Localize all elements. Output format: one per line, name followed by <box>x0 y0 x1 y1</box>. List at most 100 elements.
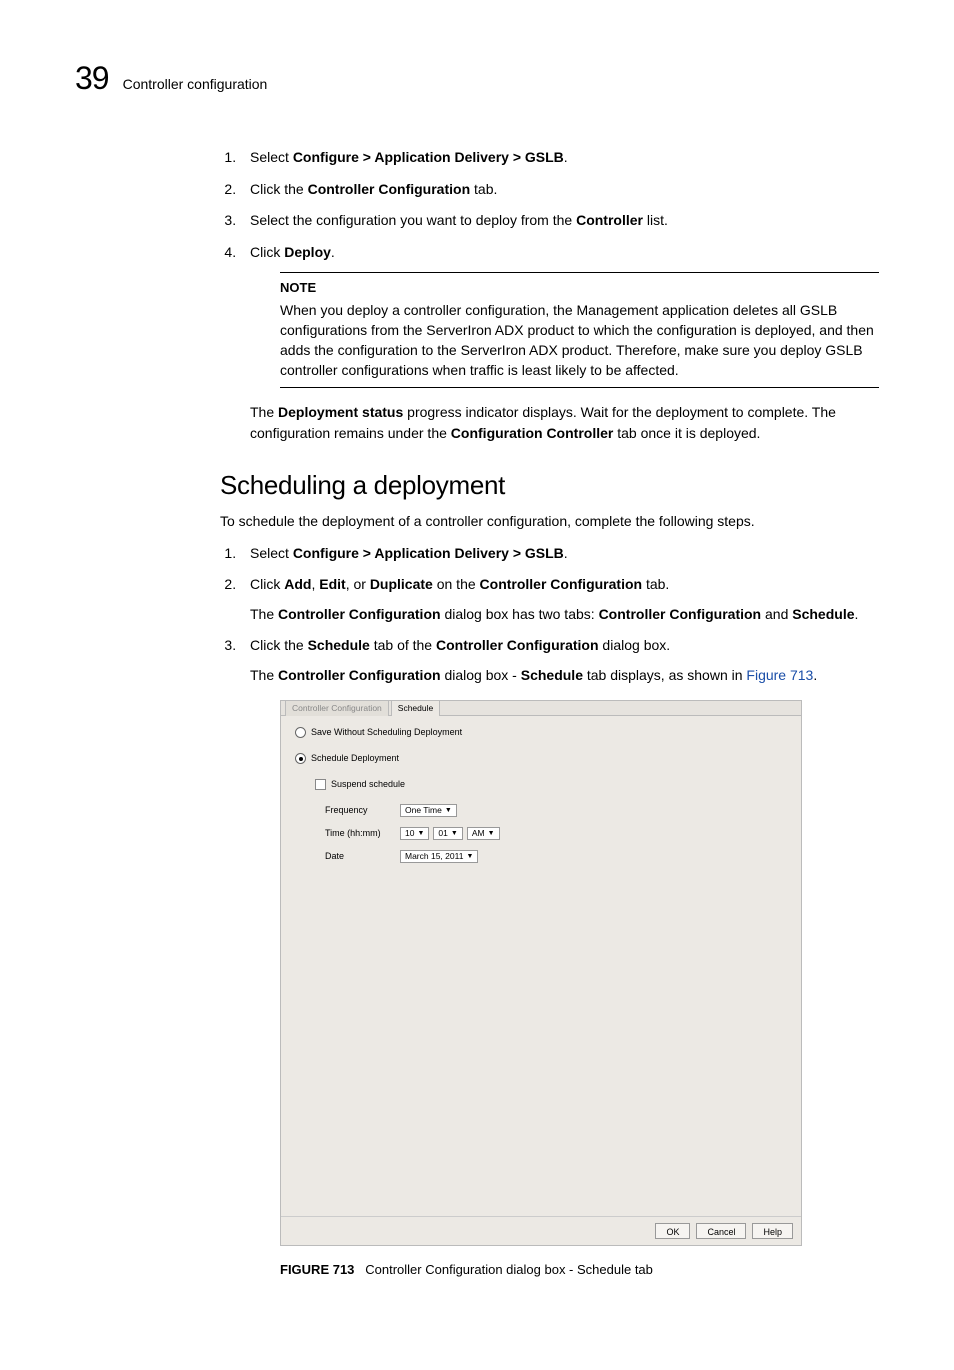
step-text: Click the <box>250 181 308 197</box>
tab-schedule[interactable]: Schedule <box>391 700 440 716</box>
text: . <box>564 545 568 561</box>
chevron-down-icon: ▼ <box>466 853 473 860</box>
text: tab of the <box>370 637 436 653</box>
chevron-down-icon: ▼ <box>488 830 495 837</box>
button-name: Edit <box>319 576 345 592</box>
step-text: Select <box>250 149 293 165</box>
step-1: Select Configure > Application Delivery … <box>240 147 879 169</box>
step-text: list. <box>643 212 668 228</box>
deploy-steps-list: Select Configure > Application Delivery … <box>220 147 879 444</box>
tab-name: Controller Configuration <box>308 181 471 197</box>
field-frequency: Frequency One Time ▼ <box>325 804 789 818</box>
list-name: Controller <box>576 212 643 228</box>
text: Click the <box>250 637 308 653</box>
text: , or <box>346 576 370 592</box>
dialog-footer: OK Cancel Help <box>281 1216 801 1245</box>
button-name: Add <box>284 576 311 592</box>
text: tab once it is deployed. <box>613 425 760 441</box>
text: The <box>250 404 278 420</box>
figure-caption: FIGURE 713 Controller Configuration dial… <box>280 1260 879 1280</box>
ok-button[interactable]: OK <box>655 1223 690 1239</box>
menu-path: Configure > Application Delivery > GSLB <box>293 149 564 165</box>
text: The <box>250 667 278 683</box>
tab-name: Schedule <box>792 606 854 622</box>
figure-container: Controller Configuration Schedule Save W… <box>280 700 879 1280</box>
tab-name: Configuration Controller <box>451 425 614 441</box>
text: The <box>250 606 278 622</box>
field-label: Frequency <box>325 804 400 818</box>
step-3: Select the configuration you want to dep… <box>240 210 879 232</box>
checkbox-suspend-schedule[interactable]: Suspend schedule <box>315 778 789 792</box>
text: on the <box>433 576 480 592</box>
figure-number: FIGURE 713 <box>280 1262 354 1277</box>
frequency-dropdown[interactable]: One Time ▼ <box>400 804 457 817</box>
field-date: Date March 15, 2011 ▼ <box>325 850 789 864</box>
tab-name: Controller Configuration <box>599 606 762 622</box>
time-hour-dropdown[interactable]: 10 ▼ <box>400 827 429 840</box>
radio-schedule-deployment[interactable]: Schedule Deployment <box>295 752 789 766</box>
text: tab. <box>642 576 669 592</box>
section-label: Controller configuration <box>123 76 268 92</box>
tab-name: Schedule <box>521 667 583 683</box>
dropdown-value: AM <box>472 827 485 840</box>
section-heading: Scheduling a deployment <box>220 470 879 501</box>
field-time: Time (hh:mm) 10 ▼ 01 ▼ AM <box>325 827 789 841</box>
chevron-down-icon: ▼ <box>417 830 424 837</box>
step-4: Click Deploy. NOTE When you deploy a con… <box>240 242 879 444</box>
step-b3: Click the Schedule tab of the Controller… <box>240 635 879 1280</box>
schedule-steps-list: Select Configure > Application Delivery … <box>220 543 879 1280</box>
text: Click <box>250 576 284 592</box>
step-text: . <box>331 244 335 260</box>
figure-title: Controller Configuration dialog box - Sc… <box>365 1262 653 1277</box>
tab-controller-configuration[interactable]: Controller Configuration <box>285 700 389 716</box>
intro-paragraph: To schedule the deployment of a controll… <box>220 513 879 529</box>
dropdown-value: 01 <box>438 827 447 840</box>
note-body: When you deploy a controller configurati… <box>280 300 879 381</box>
chevron-down-icon: ▼ <box>445 807 452 814</box>
figure-link[interactable]: Figure 713 <box>746 667 813 683</box>
dropdown-value: 10 <box>405 827 414 840</box>
field-label: Date <box>325 850 400 864</box>
text: dialog box. <box>599 637 671 653</box>
dialog-name: Controller Configuration <box>278 667 441 683</box>
sub-paragraph: The Controller Configuration dialog box … <box>250 604 879 625</box>
time-ampm-dropdown[interactable]: AM ▼ <box>467 827 500 840</box>
text: Select <box>250 545 293 561</box>
text: . <box>855 606 859 622</box>
note-title: NOTE <box>280 279 879 298</box>
dialog-name: Controller Configuration <box>278 606 441 622</box>
radio-label: Save Without Scheduling Deployment <box>311 726 462 740</box>
text: dialog box has two tabs: <box>441 606 599 622</box>
radio-icon <box>295 727 306 738</box>
step-2: Click the Controller Configuration tab. <box>240 179 879 201</box>
page-header: 39 Controller configuration <box>75 60 879 97</box>
step-text: . <box>564 149 568 165</box>
radio-label: Schedule Deployment <box>311 752 399 766</box>
button-name: Deploy <box>284 244 331 260</box>
button-name: Duplicate <box>370 576 433 592</box>
checkbox-label: Suspend schedule <box>331 778 405 792</box>
text: . <box>813 667 817 683</box>
radio-icon <box>295 753 306 764</box>
text: dialog box - <box>441 667 521 683</box>
text: tab displays, as shown in <box>583 667 746 683</box>
dropdown-value: March 15, 2011 <box>405 850 463 863</box>
chevron-down-icon: ▼ <box>451 830 458 837</box>
step-text: Select the configuration you want to dep… <box>250 212 576 228</box>
after-note-paragraph: The Deployment status progress indicator… <box>250 402 879 444</box>
step-text: Click <box>250 244 284 260</box>
step-text: tab. <box>470 181 497 197</box>
dropdown-value: One Time <box>405 804 442 817</box>
cancel-button[interactable]: Cancel <box>696 1223 746 1239</box>
controller-config-dialog: Controller Configuration Schedule Save W… <box>280 700 802 1246</box>
dialog-body: Save Without Scheduling Deployment Sched… <box>281 716 801 1216</box>
page-number: 39 <box>75 60 109 97</box>
radio-save-without-scheduling[interactable]: Save Without Scheduling Deployment <box>295 726 789 740</box>
tab-name: Controller Configuration <box>480 576 643 592</box>
date-dropdown[interactable]: March 15, 2011 ▼ <box>400 850 478 863</box>
tab-name: Schedule <box>308 637 370 653</box>
time-minute-dropdown[interactable]: 01 ▼ <box>433 827 462 840</box>
help-button[interactable]: Help <box>752 1223 793 1239</box>
step-b2: Click Add, Edit, or Duplicate on the Con… <box>240 574 879 625</box>
note-box: NOTE When you deploy a controller config… <box>280 272 879 388</box>
